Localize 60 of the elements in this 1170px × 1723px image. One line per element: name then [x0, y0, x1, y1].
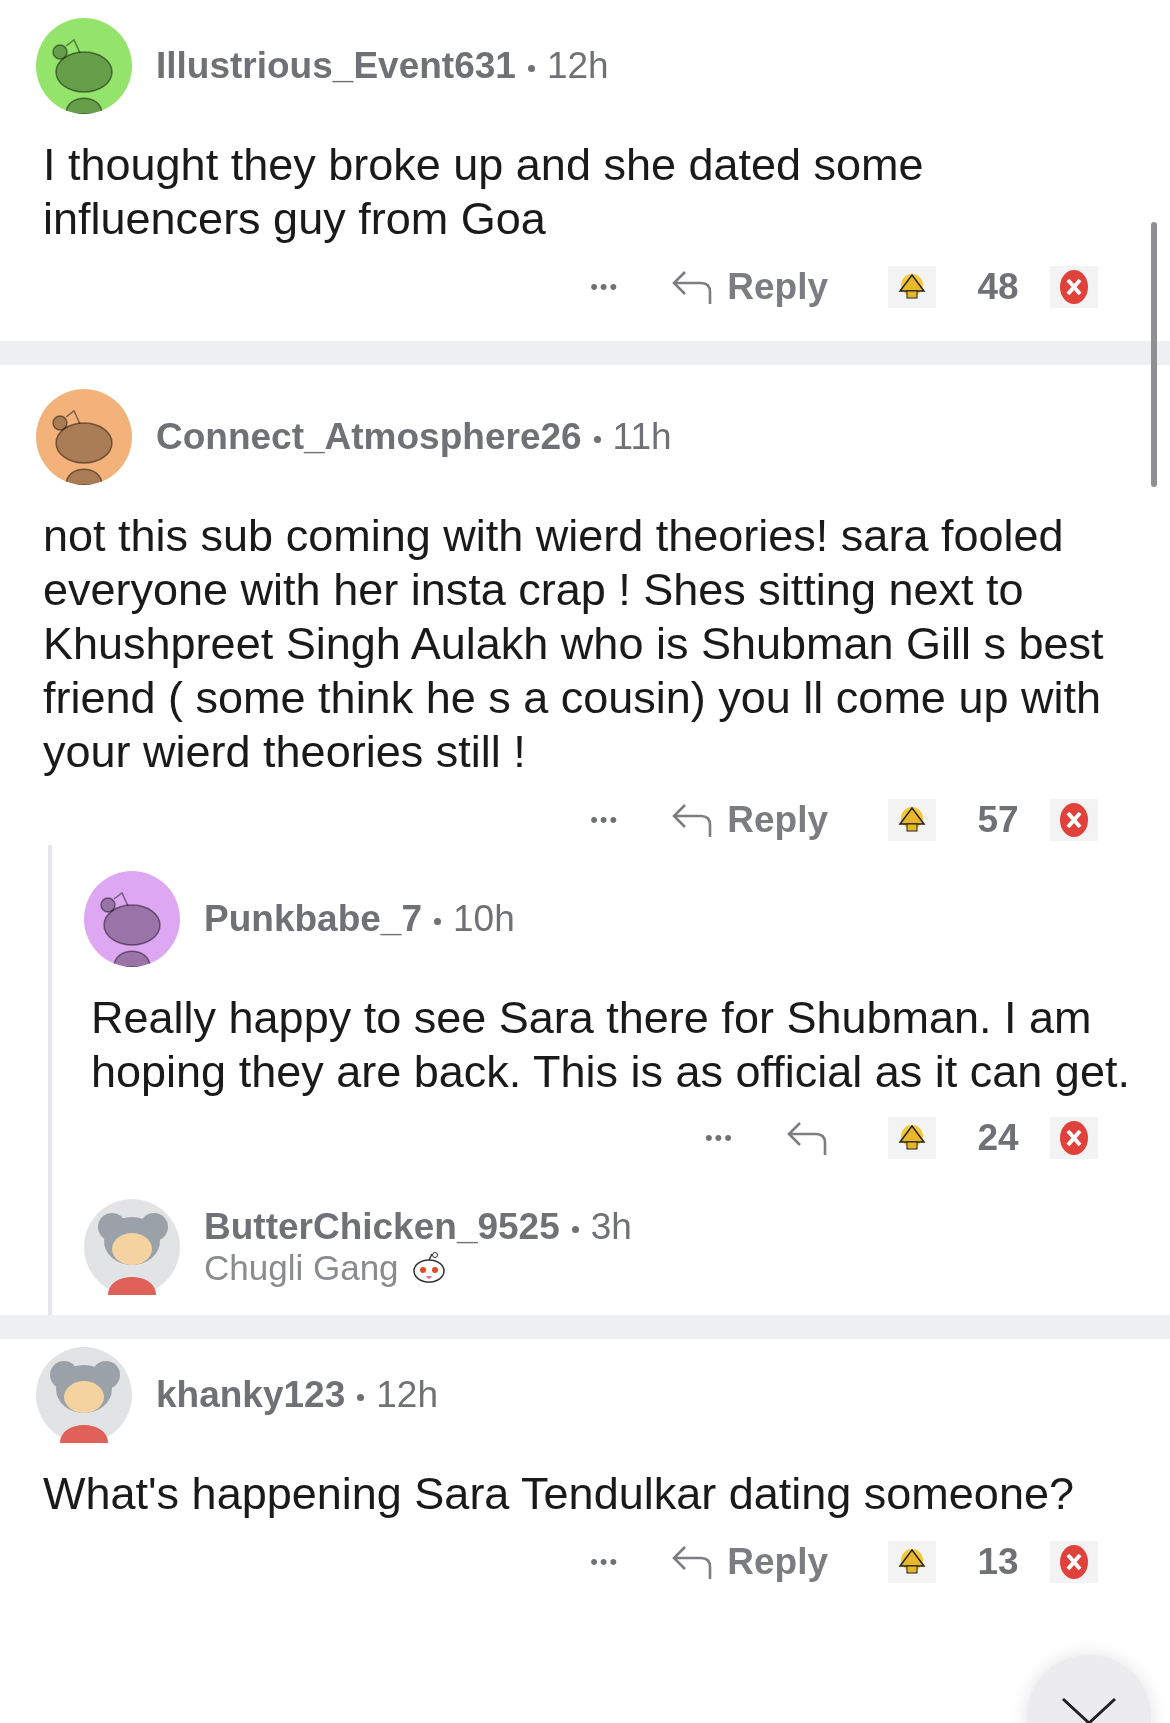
close-icon — [1059, 802, 1089, 838]
separator-dot — [593, 435, 601, 443]
close-icon — [1059, 1544, 1089, 1580]
pyramid-icon — [897, 1547, 927, 1577]
comment-text: Really happy to see Sara there for Shubman. I am hoping they are back. This is as official as it can get. — [91, 991, 1130, 1099]
upvote-button[interactable] — [888, 266, 936, 308]
avatar[interactable] — [36, 18, 132, 114]
comment-text: What's happening Sara Tendulkar dating someone? — [43, 1467, 1075, 1521]
vote-count: 13 — [976, 1541, 1020, 1583]
scrollbar[interactable] — [1151, 222, 1157, 487]
more-button[interactable]: ••• — [590, 1549, 620, 1575]
upvote-button[interactable] — [888, 1541, 936, 1583]
vote-count: 57 — [976, 799, 1020, 841]
avatar[interactable] — [36, 1347, 132, 1443]
reply-button[interactable]: Reply — [671, 266, 828, 308]
upvote-button[interactable] — [888, 1117, 936, 1159]
separator-dot — [434, 917, 441, 925]
more-button[interactable]: ••• — [590, 807, 620, 833]
close-icon — [1059, 269, 1089, 305]
pyramid-icon — [897, 805, 927, 835]
reply-button[interactable]: Reply — [671, 799, 828, 841]
avatar[interactable] — [84, 871, 180, 967]
username[interactable]: ButterChicken_9525 — [204, 1206, 560, 1248]
close-icon — [1059, 1120, 1089, 1156]
pyramid-icon — [897, 272, 927, 302]
chevron-down-icon — [1059, 1695, 1119, 1723]
reply-button[interactable] — [786, 1119, 828, 1157]
reply-icon — [671, 1543, 714, 1581]
upvote-button[interactable] — [888, 799, 936, 841]
downvote-button[interactable] — [1050, 266, 1098, 308]
pyramid-icon — [897, 1123, 927, 1153]
username[interactable]: khanky123 — [156, 1374, 346, 1416]
comment-text: not this sub coming with wierd theories! sara fooled everyone with her insta crap ! Shes sitting next to Khushpreet Singh Aulakh who is Shubman Gill s best friend ( some think he s a cousin) you ll come up with your wierd theories still ! — [43, 509, 1105, 779]
downvote-button[interactable] — [1050, 1541, 1098, 1583]
vote-count: 48 — [976, 266, 1020, 308]
downvote-button[interactable] — [1050, 799, 1098, 841]
reply-button[interactable]: Reply — [671, 1541, 828, 1583]
alien-icon — [410, 1252, 447, 1284]
more-button[interactable]: ••• — [590, 274, 620, 300]
avatar[interactable] — [36, 389, 132, 485]
reply-icon — [786, 1119, 828, 1157]
separator-dot — [357, 1393, 365, 1401]
downvote-button[interactable] — [1050, 1117, 1098, 1159]
username[interactable]: Punkbabe_7 — [204, 898, 422, 940]
separator-dot — [571, 1225, 579, 1233]
username[interactable]: Illustrious_Event631 — [156, 45, 516, 87]
timestamp: 12h — [376, 1374, 438, 1416]
reply-icon — [671, 268, 714, 306]
timestamp: 12h — [546, 45, 609, 87]
avatar[interactable] — [84, 1199, 180, 1295]
timestamp: 3h — [590, 1206, 632, 1248]
separator-dot — [527, 64, 535, 72]
comment-text: I thought they broke up and she dated some influencers guy from Goa — [43, 138, 925, 246]
reply-icon — [671, 801, 714, 839]
user-flair: Chugli Gang — [204, 1248, 399, 1288]
more-button[interactable]: ••• — [704, 1125, 734, 1151]
timestamp: 10h — [453, 898, 515, 940]
vote-count: 24 — [976, 1117, 1020, 1159]
username[interactable]: Connect_Atmosphere26 — [156, 416, 582, 458]
timestamp: 11h — [612, 416, 672, 458]
